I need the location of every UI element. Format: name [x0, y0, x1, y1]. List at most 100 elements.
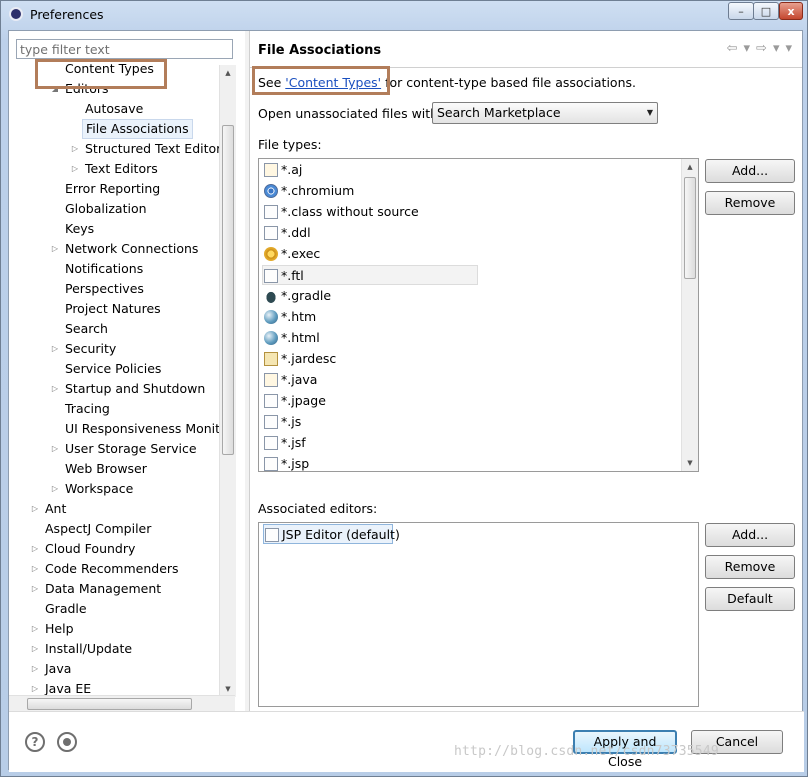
tree-item-search[interactable]: Search [9, 319, 219, 339]
tree-item-keys[interactable]: Keys [9, 219, 219, 239]
minimize-button[interactable]: – [728, 2, 754, 20]
associated-editors-label: Associated editors: [258, 501, 378, 516]
tree-item-gradle[interactable]: Gradle [9, 599, 219, 619]
back-arrow-icon[interactable]: ⇦ [727, 41, 738, 56]
forward-menu-icon[interactable]: ▾ [773, 41, 780, 56]
file-types-scroll-thumb[interactable] [684, 177, 696, 279]
collapsed-twisty-icon[interactable]: ▷ [30, 539, 40, 559]
tree-item-cloud-foundry[interactable]: ▷ Cloud Foundry [9, 539, 219, 559]
tree-item-label: UI Responsiveness Monitor [65, 421, 219, 436]
tree-hscroll-thumb[interactable] [27, 698, 192, 710]
tree-item-label: Autosave [85, 101, 144, 116]
filter-input[interactable] [16, 39, 233, 59]
forward-arrow-icon[interactable]: ⇨ [756, 41, 767, 56]
default-editor-button[interactable]: Default [705, 587, 795, 611]
tree-item-data-management[interactable]: ▷ Data Management [9, 579, 219, 599]
collapsed-twisty-icon[interactable]: ▷ [30, 679, 40, 695]
content-types-hint: See 'Content Types' for content-type bas… [258, 75, 636, 90]
collapsed-twisty-icon[interactable]: ▷ [50, 479, 60, 499]
tree-item-java-ee[interactable]: ▷ Java EE [9, 679, 219, 695]
collapsed-twisty-icon[interactable]: ▷ [50, 439, 60, 459]
scroll-up-arrow-icon[interactable]: ▲ [682, 159, 698, 175]
scroll-up-arrow-icon[interactable]: ▲ [220, 65, 236, 81]
tree-item-web-browser[interactable]: Web Browser [9, 459, 219, 479]
tree-item-file-associations[interactable]: File Associations [9, 119, 219, 139]
tree-item-text-editors[interactable]: ▷ Text Editors [9, 159, 219, 179]
maximize-button[interactable]: □ [753, 2, 779, 20]
tree-item-install-update[interactable]: ▷ Install/Update [9, 639, 219, 659]
tree-item-perspectives[interactable]: Perspectives [9, 279, 219, 299]
tree-item-service-policies[interactable]: Service Policies [9, 359, 219, 379]
file-types-scrollbar[interactable]: ▲ ▼ [681, 159, 698, 471]
collapsed-twisty-icon[interactable]: ▷ [70, 139, 80, 159]
jpage-icon [264, 394, 278, 408]
collapsed-twisty-icon[interactable]: ▷ [50, 379, 60, 399]
content-types-link[interactable]: 'Content Types' [285, 75, 381, 90]
expanded-twisty-icon[interactable]: ◢ [50, 79, 60, 99]
file-type-item[interactable]: *.ftl [262, 265, 478, 285]
tree-item-java[interactable]: ▷ Java [9, 659, 219, 679]
item-label: *.jsf [281, 435, 306, 450]
tree-scroll-thumb[interactable] [222, 125, 234, 455]
tree-item-project-natures[interactable]: Project Natures [9, 299, 219, 319]
editor-item[interactable]: JSP Editor (default) [263, 524, 400, 544]
dialog-footer: ? Apply and Close Cancel [9, 711, 804, 772]
tree-item-structured-text-editors[interactable]: ▷ Structured Text Editors [9, 139, 219, 159]
collapsed-twisty-icon[interactable]: ▷ [30, 499, 40, 519]
remove-editor-button[interactable]: Remove [705, 555, 795, 579]
tree-item-autosave[interactable]: Autosave [9, 99, 219, 119]
tree-item-tracing[interactable]: Tracing [9, 399, 219, 419]
tree-item-aspectj-compiler[interactable]: AspectJ Compiler [9, 519, 219, 539]
close-button[interactable]: x [779, 2, 803, 20]
open-unassociated-select[interactable]: Search Marketplace ▼ [432, 102, 658, 124]
tree-item-editors[interactable]: ◢ Editors [9, 79, 219, 99]
back-menu-icon[interactable]: ▾ [744, 41, 751, 56]
tree-item-content-types[interactable]: Content Types [9, 63, 219, 79]
collapsed-twisty-icon[interactable]: ▷ [30, 559, 40, 579]
dialog-body: Content Types ◢ Editors Autosave File Associ… [8, 30, 804, 772]
record-icon[interactable] [57, 732, 77, 752]
preferences-window: Preferences – □ x Content Types ◢ Editors A… [0, 0, 808, 777]
scroll-down-arrow-icon[interactable]: ▼ [682, 455, 698, 471]
collapsed-twisty-icon[interactable]: ▷ [30, 639, 40, 659]
tree-item-workspace[interactable]: ▷ Workspace [9, 479, 219, 499]
tree-item-code-recommenders[interactable]: ▷ Code Recommenders [9, 559, 219, 579]
item-label: *.aj [281, 162, 303, 177]
tree-item-startup-and-shutdown[interactable]: ▷ Startup and Shutdown [9, 379, 219, 399]
tree-item-ant[interactable]: ▷ Ant [9, 499, 219, 519]
tree-item-globalization[interactable]: Globalization [9, 199, 219, 219]
file-types-list[interactable]: *.aj *.chromium *.class without source *.dd… [258, 158, 699, 472]
item-label: *.java [281, 372, 318, 387]
tree-item-ui-responsiveness-monitor[interactable]: UI Responsiveness Monitor [9, 419, 219, 439]
collapsed-twisty-icon[interactable]: ▷ [30, 579, 40, 599]
item-label: *.ddl [281, 225, 311, 240]
tree-item-notifications[interactable]: Notifications [9, 259, 219, 279]
text-file-icon [264, 457, 278, 471]
globe-icon [264, 310, 278, 324]
tree-item-label: Cloud Foundry [45, 541, 136, 556]
tree-item-user-storage-service[interactable]: ▷ User Storage Service [9, 439, 219, 459]
class-file-icon [264, 205, 278, 219]
add-file-type-button[interactable]: Add... [705, 159, 795, 183]
collapsed-twisty-icon[interactable]: ▷ [50, 339, 60, 359]
tree-vertical-scrollbar[interactable]: ▲ ▼ [219, 65, 236, 697]
collapsed-twisty-icon[interactable]: ▷ [30, 659, 40, 679]
collapsed-twisty-icon[interactable]: ▷ [50, 239, 60, 259]
tree-item-help[interactable]: ▷ Help [9, 619, 219, 639]
add-editor-button[interactable]: Add... [705, 523, 795, 547]
tree-item-label: Editors [65, 81, 109, 96]
associated-editors-list[interactable]: JSP Editor (default) [258, 522, 699, 707]
collapsed-twisty-icon[interactable]: ▷ [30, 619, 40, 639]
js-file-icon [264, 415, 278, 429]
remove-file-type-button[interactable]: Remove [705, 191, 795, 215]
view-menu-icon[interactable]: ▾ [785, 41, 792, 56]
tree-horizontal-scrollbar[interactable] [9, 695, 235, 712]
tree-item-security[interactable]: ▷ Security [9, 339, 219, 359]
tree-item-error-reporting[interactable]: Error Reporting [9, 179, 219, 199]
collapsed-twisty-icon[interactable]: ▷ [70, 159, 80, 179]
help-icon[interactable]: ? [25, 732, 45, 752]
tree-item-label: Project Natures [65, 301, 161, 316]
item-label: *.ftl [281, 268, 304, 283]
tree-item-network-connections[interactable]: ▷ Network Connections [9, 239, 219, 259]
gradle-icon [264, 289, 278, 303]
